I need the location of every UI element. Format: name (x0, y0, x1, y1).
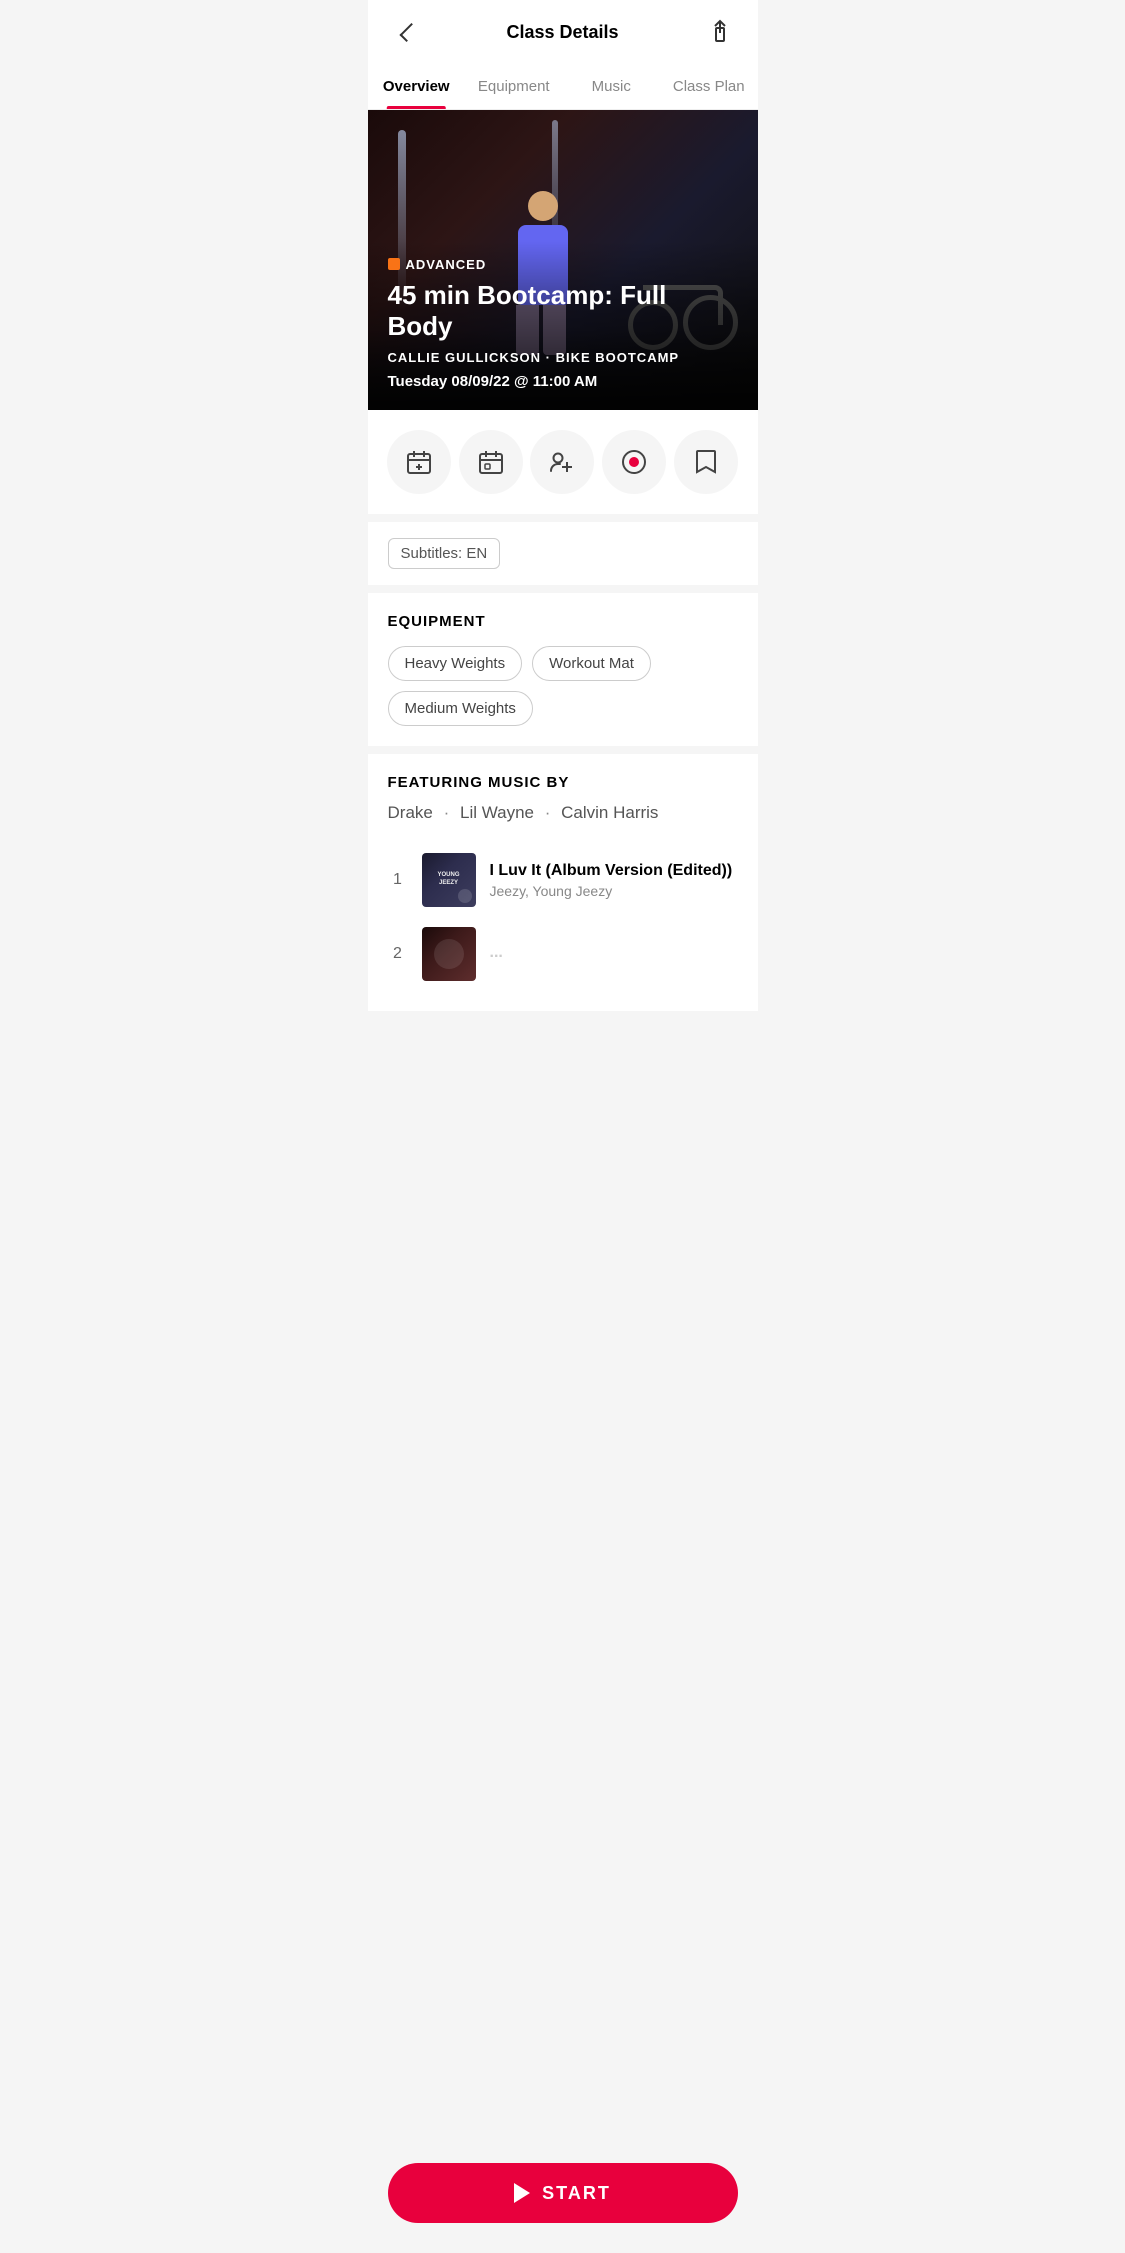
start-button-container: START (368, 2147, 758, 2253)
equipment-section: EQUIPMENT Heavy Weights Workout Mat Medi… (368, 593, 758, 746)
hero-image: ADVANCED 45 min Bootcamp: Full Body CALL… (368, 110, 758, 410)
instructor-class-type: CALLIE GULLICKSON · BIKE BOOTCAMP (388, 350, 738, 365)
share-button[interactable] (702, 14, 738, 50)
class-date: Tuesday 08/09/22 @ 11:00 AM (388, 373, 738, 390)
album-record (434, 939, 464, 969)
start-button[interactable]: START (388, 2163, 738, 2223)
badge-dot (388, 258, 400, 270)
bookmark-icon (693, 449, 719, 475)
bottom-spacer (368, 1011, 758, 1111)
artist-2: Lil Wayne (460, 803, 534, 822)
difficulty-badge: ADVANCED (388, 257, 487, 272)
difficulty-label: ADVANCED (406, 257, 487, 272)
track-number: 1 (388, 871, 408, 889)
tab-bar: Overview Equipment Music Class Plan (368, 64, 758, 110)
track-item[interactable]: 2 ... (388, 917, 738, 991)
music-section-title: FEATURING MUSIC BY (388, 774, 738, 791)
play-icon (514, 2183, 530, 2203)
tab-music[interactable]: Music (563, 64, 661, 109)
subtitles-section: Subtitles: EN (368, 522, 758, 585)
invite-button[interactable] (530, 430, 594, 494)
tab-equipment[interactable]: Equipment (465, 64, 563, 109)
dot-1: · (444, 803, 454, 822)
tab-class-plan[interactable]: Class Plan (660, 64, 758, 109)
tab-overview[interactable]: Overview (368, 64, 466, 109)
calendar-icon (478, 449, 504, 475)
record-icon (621, 449, 647, 475)
artists-line: Drake · Lil Wayne · Calvin Harris (388, 803, 738, 823)
start-label: START (542, 2183, 611, 2204)
calendar-add-icon (406, 449, 432, 475)
dot-2: · (545, 803, 555, 822)
back-arrow-icon (399, 22, 418, 41)
track-artist: Jeezy, Young Jeezy (490, 883, 738, 899)
artist-3: Calvin Harris (561, 803, 658, 822)
instructor-name: CALLIE GULLICKSON (388, 350, 542, 365)
person-head (528, 191, 558, 221)
action-row (368, 410, 758, 514)
equipment-tag-medium-weights[interactable]: Medium Weights (388, 691, 533, 726)
add-to-schedule-button[interactable] (387, 430, 451, 494)
track-number: 2 (388, 945, 408, 963)
record-button[interactable] (602, 430, 666, 494)
artist-1: Drake (388, 803, 433, 822)
class-title: 45 min Bootcamp: Full Body (388, 280, 738, 342)
page-title: Class Details (424, 22, 702, 43)
track-info: ... (490, 944, 738, 965)
track-thumbnail: YOUNGJEEZY (422, 853, 476, 907)
equipment-tags: Heavy Weights Workout Mat Medium Weights (388, 646, 738, 726)
invite-icon (549, 449, 575, 475)
track-info: I Luv It (Album Version (Edited)) Jeezy,… (490, 862, 738, 899)
track-thumbnail (422, 927, 476, 981)
separator: · (546, 350, 556, 365)
track-item[interactable]: 1 YOUNGJEEZY I Luv It (Album Version (Ed… (388, 843, 738, 917)
equipment-tag-workout-mat[interactable]: Workout Mat (532, 646, 651, 681)
class-type: BIKE BOOTCAMP (556, 350, 680, 365)
equipment-tag-heavy-weights[interactable]: Heavy Weights (388, 646, 523, 681)
track-title: I Luv It (Album Version (Edited)) (490, 862, 738, 880)
header: Class Details (368, 0, 758, 64)
equipment-title: EQUIPMENT (388, 613, 738, 630)
hero-overlay: ADVANCED 45 min Bootcamp: Full Body CALL… (368, 241, 758, 410)
album-decoration (458, 889, 472, 903)
track-title: ... (490, 944, 738, 962)
bookmark-button[interactable] (674, 430, 738, 494)
music-section: FEATURING MUSIC BY Drake · Lil Wayne · C… (368, 754, 758, 1011)
album-label: YOUNGJEEZY (422, 872, 476, 888)
share-icon (709, 19, 731, 45)
back-button[interactable] (388, 14, 424, 50)
schedule-button[interactable] (459, 430, 523, 494)
subtitles-badge[interactable]: Subtitles: EN (388, 538, 501, 569)
